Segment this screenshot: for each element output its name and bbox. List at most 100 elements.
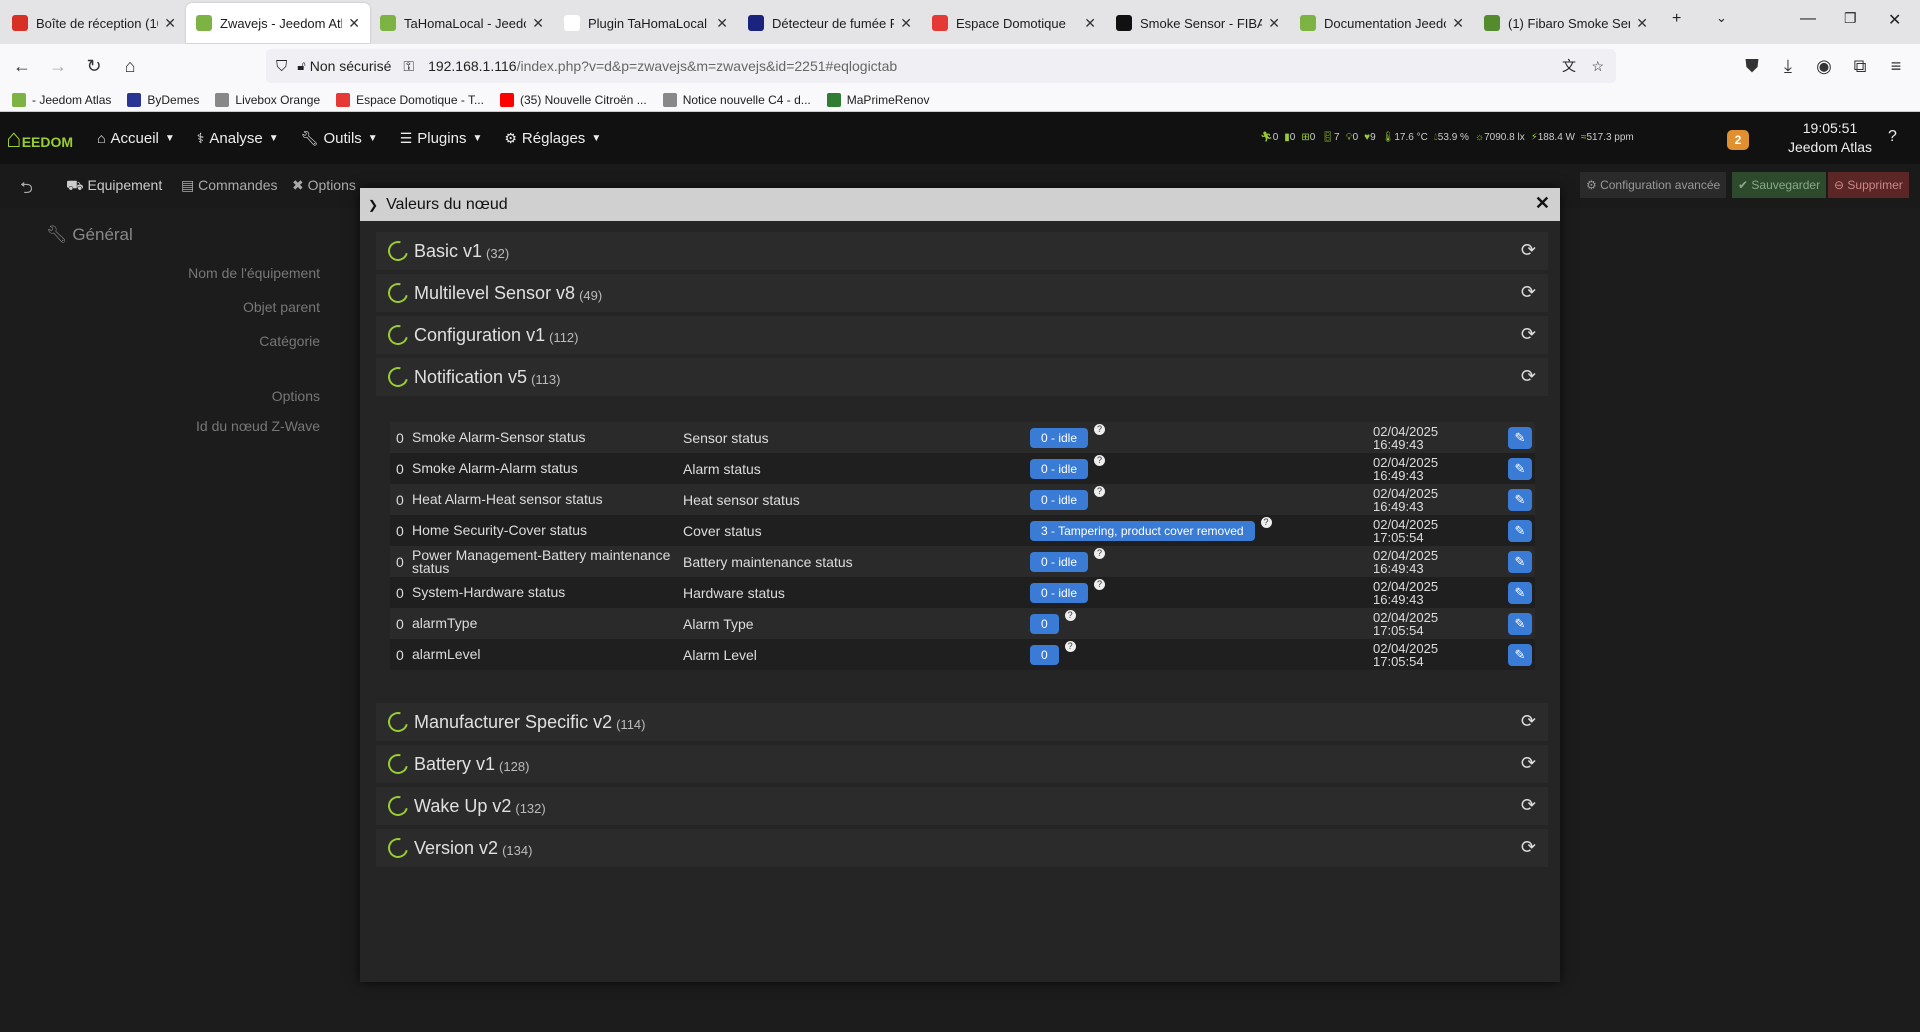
close-tab-icon[interactable]: ✕ bbox=[532, 15, 544, 32]
edit-pencil-icon[interactable]: ✎ bbox=[1508, 550, 1532, 573]
question-icon[interactable]: ? bbox=[1094, 423, 1106, 435]
home-icon[interactable]: ⌂ bbox=[112, 56, 148, 77]
menu-outils[interactable]: 🔧︎ Outils ▼ bbox=[301, 130, 378, 147]
bookmark-item[interactable]: (35) Nouvelle Citroën ... bbox=[499, 92, 647, 107]
browser-tab[interactable]: TaHomaLocal - Jeedom A ✕ bbox=[370, 3, 554, 43]
message-count-badge[interactable]: 2 bbox=[1727, 130, 1749, 150]
edit-pencil-icon[interactable]: ✎ bbox=[1508, 519, 1532, 542]
close-tab-icon[interactable]: ✕ bbox=[1268, 15, 1280, 32]
pocket-icon[interactable]: ⛊ bbox=[1734, 56, 1770, 77]
status-item[interactable]: ♥9 bbox=[1364, 132, 1376, 143]
status-item[interactable]: ☼7090.8 lx bbox=[1475, 132, 1525, 143]
tab-list-chevron-icon[interactable]: ⌄ bbox=[1716, 10, 1727, 26]
refresh-icon[interactable]: ⟳ bbox=[1521, 324, 1536, 345]
download-icon[interactable]: ⤓ bbox=[1770, 56, 1806, 77]
question-icon[interactable]: ? bbox=[1094, 578, 1106, 590]
command-class-row[interactable]: Version v2 (134) ⟳ bbox=[376, 829, 1548, 867]
command-class-row[interactable]: Multilevel Sensor v8 (49) ⟳ bbox=[376, 274, 1548, 312]
refresh-icon[interactable]: ⟳ bbox=[1521, 837, 1536, 858]
menu-plugins[interactable]: ☰ Plugins ▼ bbox=[400, 130, 483, 147]
close-icon[interactable]: ✕ bbox=[1535, 193, 1550, 214]
menu-icon[interactable]: ≡ bbox=[1878, 56, 1914, 77]
browser-tab[interactable]: (1) Fibaro Smoke Sensor ✕ bbox=[1474, 3, 1658, 43]
bookmark-item[interactable]: Espace Domotique - T... bbox=[336, 92, 484, 107]
translate-icon[interactable]: 文 bbox=[1562, 56, 1576, 76]
close-tab-icon[interactable]: ✕ bbox=[164, 15, 176, 32]
browser-tab[interactable]: Boîte de réception (10 3 ✕ bbox=[2, 3, 186, 43]
status-item[interactable]: ⚡︎188.4 W bbox=[1531, 132, 1575, 143]
refresh-icon[interactable]: ⟳ bbox=[1521, 753, 1536, 774]
browser-tab[interactable]: Espace Domotique ✕ bbox=[922, 3, 1106, 43]
save-button[interactable]: ✔ Sauvegarder bbox=[1732, 172, 1827, 198]
command-class-row[interactable]: Battery v1 (128) ⟳ bbox=[376, 745, 1548, 783]
jeedom-logo[interactable]: ⌂ EEDOM bbox=[6, 123, 73, 154]
bookmark-item[interactable]: - Jeedom Atlas bbox=[12, 92, 111, 107]
status-item[interactable]: ≈517.3 ppm bbox=[1581, 132, 1634, 143]
command-class-row[interactable]: Basic v1 (32) ⟳ bbox=[376, 232, 1548, 270]
menu-analyse[interactable]: ⚕ Analyse ▼ bbox=[197, 130, 279, 147]
status-item[interactable]: 💡︎0 bbox=[1346, 132, 1359, 143]
menu-réglages[interactable]: ⚙ Réglages ▼ bbox=[504, 130, 601, 147]
close-tab-icon[interactable]: ✕ bbox=[716, 15, 728, 32]
reload-icon[interactable]: ↻ bbox=[76, 56, 112, 77]
edit-pencil-icon[interactable]: ✎ bbox=[1508, 457, 1532, 480]
url-path[interactable]: /index.php?v=d&p=zwavejs&m=zwavejs&id=22… bbox=[517, 58, 898, 74]
close-tab-icon[interactable]: ✕ bbox=[900, 15, 912, 32]
status-item[interactable]: 🚪︎7 bbox=[1321, 132, 1339, 143]
command-class-row[interactable]: Notification v5 (113) ⟳ bbox=[376, 358, 1548, 396]
status-item[interactable]: 🌡︎17.6 °C bbox=[1382, 132, 1428, 143]
question-icon[interactable]: ? bbox=[1094, 454, 1106, 466]
refresh-icon[interactable]: ⟳ bbox=[1521, 240, 1536, 261]
tab-equipement[interactable]: ⛟ Equipement bbox=[66, 177, 163, 210]
question-icon[interactable]: ? bbox=[1094, 485, 1106, 497]
close-tab-icon[interactable]: ✕ bbox=[348, 15, 360, 32]
tab-commandes[interactable]: ▤ Commandes bbox=[181, 177, 278, 194]
refresh-icon[interactable]: ⟳ bbox=[1521, 282, 1536, 303]
key-icon[interactable]: ⚿ bbox=[403, 58, 414, 75]
close-tab-icon[interactable]: ✕ bbox=[1452, 15, 1464, 32]
status-item[interactable]: 💧︎53.9 % bbox=[1434, 132, 1469, 143]
browser-tab[interactable]: Détecteur de fumée Fib ✕ bbox=[738, 3, 922, 43]
bookmark-star-icon[interactable]: ☆ bbox=[1591, 58, 1604, 75]
menu-accueil[interactable]: ⌂ Accueil ▼ bbox=[97, 130, 175, 147]
status-item[interactable]: 🏃︎0 bbox=[1260, 132, 1278, 143]
url-host[interactable]: 192.168.1.116 bbox=[428, 58, 517, 74]
url-bar[interactable]: ⛉ 🔓︎ Non sécurisé ⚿ 192.168.1.116 /index… bbox=[266, 49, 1616, 83]
close-tab-icon[interactable]: ✕ bbox=[1084, 15, 1096, 32]
forward-icon[interactable]: → bbox=[40, 56, 76, 77]
question-icon[interactable]: ? bbox=[1064, 609, 1076, 621]
close-tab-icon[interactable]: ✕ bbox=[1636, 15, 1648, 32]
refresh-icon[interactable]: ⟳ bbox=[1521, 366, 1536, 387]
browser-tab[interactable]: Documentation Jeedom ✕ bbox=[1290, 3, 1474, 43]
browser-tab[interactable]: Smoke Sensor - FIBARO ✕ bbox=[1106, 3, 1290, 43]
tab-options[interactable]: ✖ Options bbox=[292, 177, 356, 194]
command-class-row[interactable]: Manufacturer Specific v2 (114) ⟳ bbox=[376, 703, 1548, 741]
refresh-icon[interactable]: ⟳ bbox=[1521, 711, 1536, 732]
help-icon[interactable]: ? bbox=[1888, 128, 1897, 146]
delete-button[interactable]: ⊖ Supprimer bbox=[1828, 172, 1909, 198]
bookmark-item[interactable]: Livebox Orange bbox=[215, 92, 320, 107]
command-class-row[interactable]: Configuration v1 (112) ⟳ bbox=[376, 316, 1548, 354]
security-label[interactable]: Non sécurisé bbox=[310, 58, 392, 74]
edit-pencil-icon[interactable]: ✎ bbox=[1508, 643, 1532, 666]
close-window-icon[interactable]: ✕ bbox=[1888, 10, 1901, 30]
minimize-icon[interactable]: — bbox=[1800, 10, 1816, 28]
bookmark-item[interactable]: ByDemes bbox=[127, 92, 199, 107]
browser-tab[interactable]: Plugin TaHomaLocal | TaHon ✕ bbox=[554, 3, 738, 43]
account-icon[interactable]: ◉ bbox=[1806, 56, 1842, 77]
back-icon[interactable]: ← bbox=[4, 56, 40, 77]
browser-tab[interactable]: Zwavejs - Jeedom Atlas ✕ bbox=[186, 3, 370, 43]
edit-pencil-icon[interactable]: ✎ bbox=[1508, 612, 1532, 635]
edit-pencil-icon[interactable]: ✎ bbox=[1508, 581, 1532, 604]
status-item[interactable]: ▮0 bbox=[1284, 132, 1295, 143]
refresh-icon[interactable]: ⟳ bbox=[1521, 795, 1536, 816]
bookmark-item[interactable]: MaPrimeRenov bbox=[826, 92, 929, 107]
new-tab-icon[interactable]: + bbox=[1672, 10, 1681, 28]
restore-icon[interactable]: ❐ bbox=[1844, 10, 1857, 27]
edit-pencil-icon[interactable]: ✎ bbox=[1508, 426, 1532, 449]
edit-pencil-icon[interactable]: ✎ bbox=[1508, 488, 1532, 511]
question-icon[interactable]: ? bbox=[1064, 640, 1076, 652]
status-item[interactable]: ⊞0 bbox=[1301, 132, 1315, 143]
question-icon[interactable]: ? bbox=[1094, 547, 1106, 559]
advanced-config-button[interactable]: ⚙ Configuration avancée bbox=[1580, 172, 1727, 198]
